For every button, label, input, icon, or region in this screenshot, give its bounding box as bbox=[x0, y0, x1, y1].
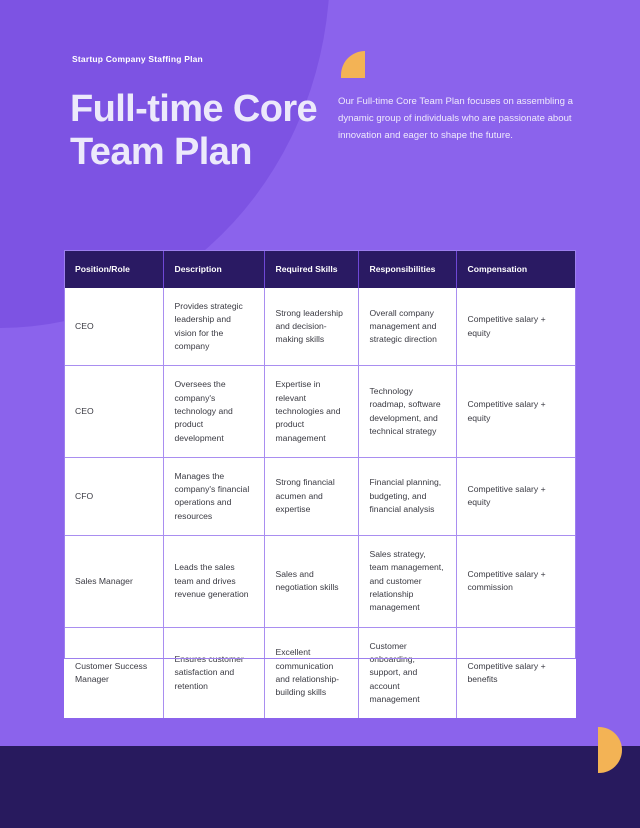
hero-section: Startup Company Staffing Plan Full-time … bbox=[0, 0, 640, 250]
column-header-description: Description bbox=[163, 250, 265, 288]
cell-description: Manages the company's financial operatio… bbox=[163, 457, 265, 537]
hero-description: Our Full-time Core Team Plan focuses on … bbox=[338, 96, 573, 142]
cell-skills: Excellent communication and relationship… bbox=[264, 627, 359, 719]
column-header-responsibilities: Responsibilities bbox=[358, 250, 457, 288]
cell-skills: Sales and negotiation skills bbox=[264, 535, 359, 628]
cell-position: CFO bbox=[64, 457, 164, 537]
cell-skills: Strong financial acumen and expertise bbox=[264, 457, 359, 537]
cell-position: CEO bbox=[64, 288, 164, 367]
eyebrow-label: Startup Company Staffing Plan bbox=[72, 54, 203, 64]
cell-description: Leads the sales team and drives revenue … bbox=[163, 535, 265, 628]
cell-position: CEO bbox=[64, 365, 164, 458]
cell-compensation: Competitive salary + equity bbox=[456, 365, 576, 458]
cell-skills: Strong leadership and decision-making sk… bbox=[264, 288, 359, 367]
cell-description: Ensures customer satisfaction and retent… bbox=[163, 627, 265, 719]
cell-compensation: Competitive salary + equity bbox=[456, 288, 576, 367]
staffing-table-wrapper: Position/Role Description Required Skill… bbox=[64, 250, 576, 719]
table-row: CFO Manages the company's financial oper… bbox=[64, 457, 576, 537]
cell-compensation: Competitive salary + commission bbox=[456, 535, 576, 628]
table-header-row: Position/Role Description Required Skill… bbox=[64, 250, 576, 288]
cell-responsibilities: Customer onboarding, support, and accoun… bbox=[358, 627, 457, 719]
cell-position: Customer Success Manager bbox=[64, 627, 164, 719]
cell-position: Sales Manager bbox=[64, 535, 164, 628]
cell-responsibilities: Overall company management and strategic… bbox=[358, 288, 457, 367]
cell-skills: Expertise in relevant technologies and p… bbox=[264, 365, 359, 458]
column-header-position: Position/Role bbox=[64, 250, 164, 288]
page-canvas: Startup Company Staffing Plan Full-time … bbox=[0, 0, 640, 828]
cell-description: Oversees the company's technology and pr… bbox=[163, 365, 265, 458]
cell-compensation: Competitive salary + benefits bbox=[467, 660, 546, 684]
table-row: CEO Provides strategic leadership and vi… bbox=[64, 288, 576, 367]
table-body: CEO Provides strategic leadership and vi… bbox=[64, 288, 576, 719]
table-row: CEO Oversees the company's technology an… bbox=[64, 365, 576, 458]
cell-responsibilities: Sales strategy, team management, and cus… bbox=[358, 535, 457, 628]
staffing-table: Position/Role Description Required Skill… bbox=[64, 250, 576, 719]
table-row: Customer Success Manager Ensures custome… bbox=[64, 627, 576, 719]
column-header-skills: Required Skills bbox=[264, 250, 359, 288]
table-header: Position/Role Description Required Skill… bbox=[64, 250, 576, 288]
cell-responsibilities: Financial planning, budgeting, and finan… bbox=[358, 457, 457, 537]
page-title: Full-time Core Team Plan bbox=[70, 88, 318, 174]
cell-description: Provides strategic leadership and vision… bbox=[163, 288, 265, 367]
cell-compensation: Competitive salary + equity bbox=[456, 457, 576, 537]
column-header-compensation: Compensation bbox=[456, 250, 576, 288]
footer-section: www.companyname.com Page 01 bbox=[0, 746, 640, 828]
quarter-circle-icon bbox=[341, 51, 365, 78]
table-row: Sales Manager Leads the sales team and d… bbox=[64, 535, 576, 628]
cell-responsibilities: Technology roadmap, software development… bbox=[358, 365, 457, 458]
